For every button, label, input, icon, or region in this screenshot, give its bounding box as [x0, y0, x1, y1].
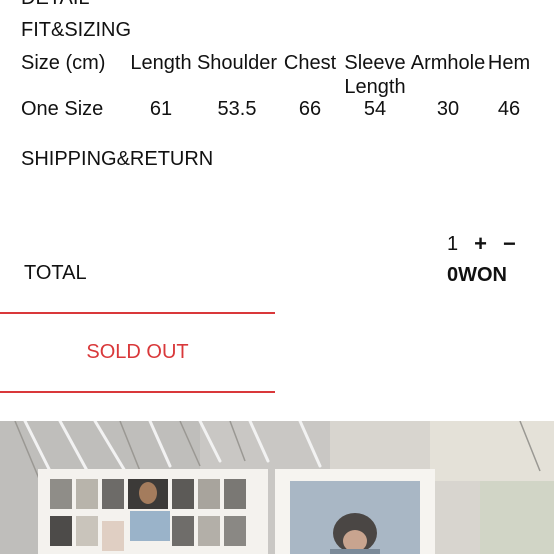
soldout-border-top [0, 312, 275, 314]
size-column-header: Size (cm) [21, 52, 106, 74]
sleeve-header-line2: Length [344, 76, 406, 98]
lookbook-image [0, 421, 554, 554]
quantity-selector: 1 + − [447, 232, 516, 256]
shoulder-column-header: Shoulder [196, 52, 278, 74]
shoulder-value: 53.5 [217, 98, 257, 120]
armhole-column-header: Armhole [410, 52, 486, 74]
sleeve-length-column-header: Sleeve Length [340, 51, 410, 99]
total-value: 0WON [447, 264, 507, 286]
hem-column-header: Hem [487, 52, 531, 74]
sleeve-header-line1: Sleeve [344, 52, 406, 74]
armhole-value: 30 [436, 98, 460, 120]
size-value: One Size [21, 98, 104, 120]
soldout-border-bottom [0, 391, 275, 393]
decrease-quantity-button[interactable]: − [503, 232, 516, 256]
sleeve-length-value: 54 [363, 98, 387, 120]
detail-section-title[interactable]: DETAIL [21, 0, 90, 10]
quantity-value: 1 [447, 233, 459, 255]
total-label: TOTAL [24, 262, 87, 284]
length-column-header: Length [130, 52, 192, 74]
length-value: 61 [149, 98, 173, 120]
increase-quantity-button[interactable]: + [474, 232, 487, 256]
shipping-return-section-title[interactable]: SHIPPING&RETURN [21, 147, 213, 171]
product-photo [0, 421, 554, 554]
sold-out-button[interactable]: SOLD OUT [0, 340, 275, 364]
chest-value: 66 [298, 98, 322, 120]
hem-value: 46 [497, 98, 521, 120]
fit-sizing-section-title[interactable]: FIT&SIZING [21, 18, 131, 42]
chest-column-header: Chest [283, 52, 337, 74]
